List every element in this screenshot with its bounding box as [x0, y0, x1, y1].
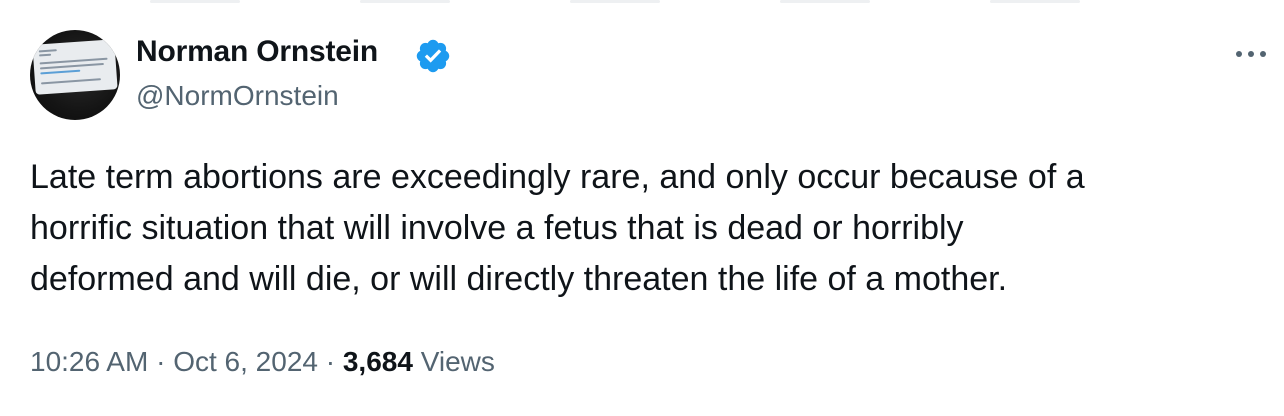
tweet-text-line: horrific situation that will involve a f…: [30, 209, 964, 247]
tweet-date[interactable]: Oct 6, 2024: [173, 346, 318, 377]
author-name[interactable]: Norman Ornstein: [136, 35, 378, 69]
views-count: 3,684: [342, 346, 413, 377]
meta-separator: ·: [325, 346, 336, 377]
tweet-time[interactable]: 10:26 AM: [30, 346, 148, 377]
tweet-text: Late term abortions are exceedingly rare…: [30, 152, 1260, 305]
views-label: Views: [420, 346, 495, 377]
avatar-screenshot-thumbnail: [32, 39, 118, 95]
verified-badge-icon[interactable]: [414, 37, 452, 75]
tweet-meta: 10:26 AM · Oct 6, 2024 · 3,684 Views: [30, 346, 495, 378]
tweet-text-line: Late term abortions are exceedingly rare…: [30, 158, 1085, 196]
avatar[interactable]: [30, 30, 120, 120]
tweet-text-line: deformed and will die, or will directly …: [30, 260, 1008, 298]
author-handle[interactable]: @NormOrnstein: [136, 80, 339, 112]
meta-separator: ·: [156, 346, 166, 377]
top-edge-fade: [0, 0, 1284, 6]
more-options-icon[interactable]: [1236, 44, 1276, 64]
